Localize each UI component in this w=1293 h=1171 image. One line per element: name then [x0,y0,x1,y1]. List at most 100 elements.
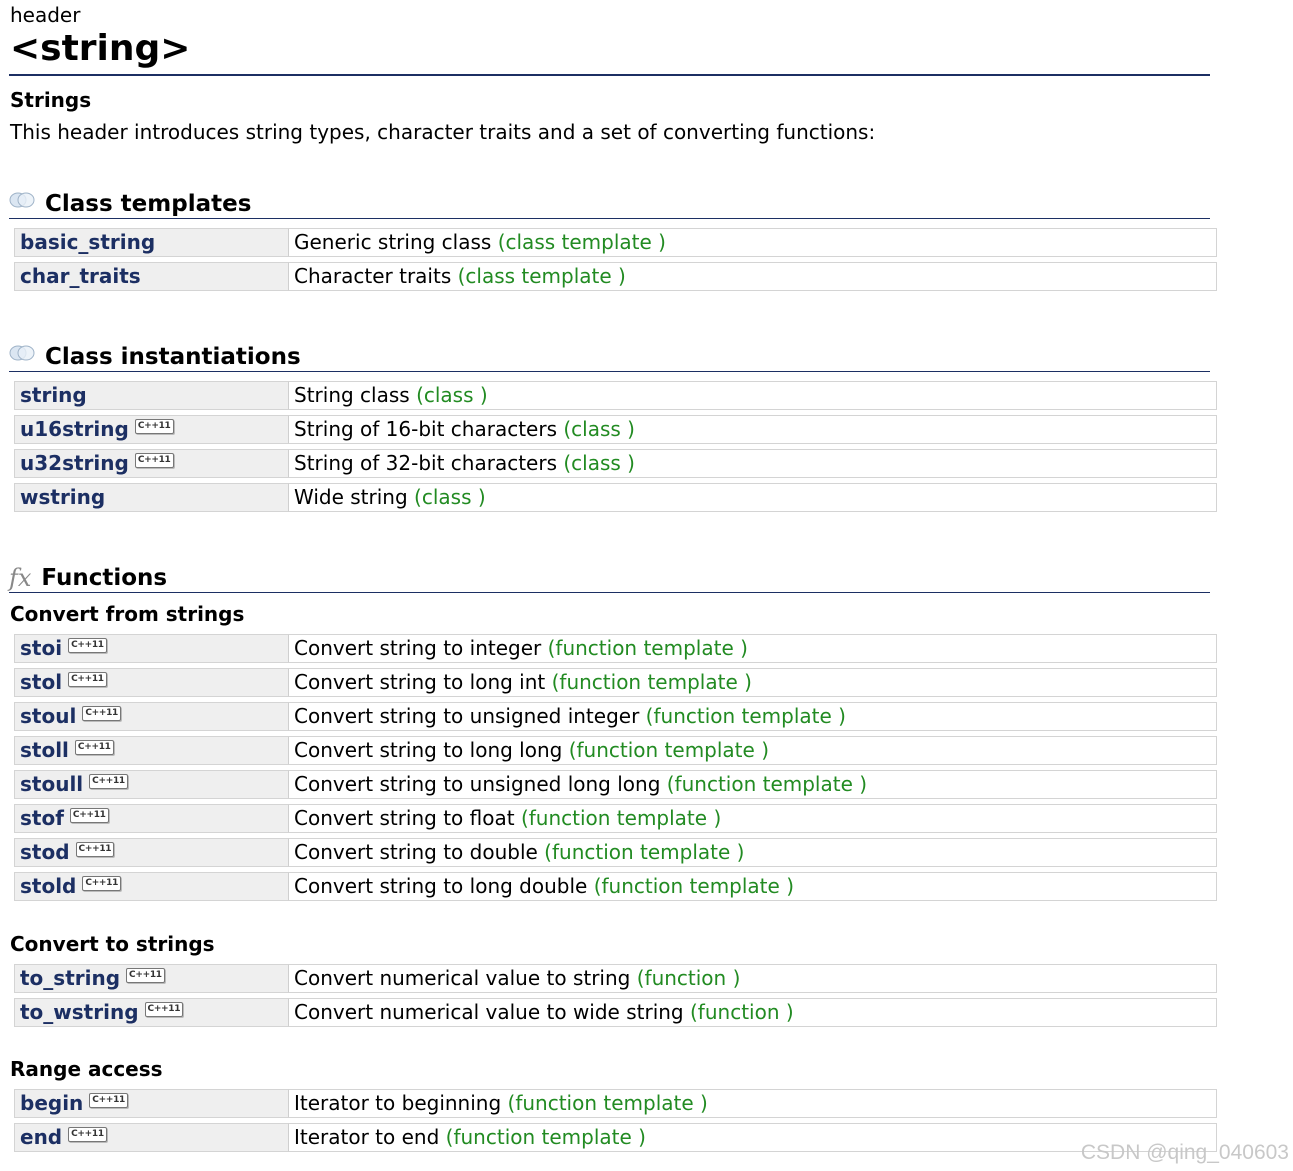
table-row: stoll C++11 Convert string to long long (f… [14,736,1217,765]
class-icon [9,188,37,216]
watermark: CSDN @qing_040603 [1080,1141,1289,1164]
reference-link[interactable]: stoul [20,704,76,728]
reference-link[interactable]: begin [20,1091,83,1115]
section-title: Class instantiations [45,344,301,370]
fx-icon: fx [9,563,32,592]
section-class-instantiations-heading: Class instantiations [9,343,301,372]
reference-link[interactable]: u16string [20,417,129,441]
cpp11-badge: C++11 [82,876,122,891]
reference-link[interactable]: to_string [20,966,120,990]
name-cell: stoul C++11 [14,702,289,731]
kind-label: (function template ) [544,840,745,864]
kind-label: (function ) [636,966,741,990]
reference-link[interactable]: wstring [20,485,105,509]
description-text: Convert string to long long [294,738,569,762]
kind-label: (class template ) [457,264,626,288]
description-text: Convert string to long double [294,874,594,898]
table-row: begin C++11 Iterator to beginning (functio… [14,1089,1217,1118]
description-cell: Character traits (class template ) [289,262,1217,291]
table-row: u16string C++11 String of 16-bit character… [14,415,1217,444]
table-row: stol C++11 Convert string to long int (fun… [14,668,1217,697]
section-rule [9,592,1210,593]
reference-link[interactable]: stoi [20,636,62,660]
convert-from-table: stoi C++11 Convert string to integer (func… [14,629,1217,906]
reference-link[interactable]: stold [20,874,76,898]
description-cell: Iterator to end (function template ) [289,1123,1217,1152]
page-title: <string> [10,28,191,69]
kind-label: (class template ) [497,230,666,254]
class-instantiations-table: string String class (class ) u16string C++1… [14,376,1217,517]
section-title: Class templates [45,191,252,217]
reference-link[interactable]: stof [20,806,64,830]
kind-label: (function template ) [568,738,769,762]
description-cell: Convert string to integer (function temp… [289,634,1217,663]
kind-label: (class ) [563,451,635,475]
reference-link[interactable]: to_wstring [20,1000,139,1024]
description-text: Iterator to end [294,1125,446,1149]
reference-link[interactable]: basic_string [20,230,155,254]
kind-label: (function template ) [445,1125,646,1149]
reference-link[interactable]: char_traits [20,264,141,288]
cpp11-badge: C++11 [68,1127,107,1142]
cpp11-badge: C++11 [68,672,107,687]
cpp11-badge: C++11 [89,1093,129,1108]
reference-link[interactable]: string [20,383,87,407]
subheading-range-access: Range access [10,1057,163,1081]
description-text: String of 16-bit characters [294,417,564,441]
reference-link[interactable]: stoull [20,772,83,796]
table-row: to_string C++11 Convert numerical value to… [14,964,1217,993]
kicker: header [10,3,81,27]
description-text: Convert numerical value to wide string [294,1000,690,1024]
name-cell: begin C++11 [14,1089,289,1118]
reference-link[interactable]: u32string [20,451,129,475]
reference-link[interactable]: stoll [20,738,69,762]
kind-label: (class ) [414,485,486,509]
table-row: string String class (class ) [14,381,1217,410]
description-cell: Convert numerical value to string (funct… [289,964,1217,993]
table-row: end C++11 Iterator to end (function templa… [14,1123,1217,1152]
description-cell: Convert string to float (function templa… [289,804,1217,833]
description-text: Convert numerical value to string [294,966,637,990]
section-rule [9,371,1210,372]
name-cell: stold C++11 [14,872,289,901]
name-cell: end C++11 [14,1123,289,1152]
subheading-convert-from: Convert from strings [10,602,245,626]
intro-heading: Strings [10,88,92,112]
subheading-convert-to: Convert to strings [10,932,215,956]
description-cell: Convert string to long long (function te… [289,736,1217,765]
name-cell: u32string C++11 [14,449,289,478]
name-cell: stoull C++11 [14,770,289,799]
description-cell: Convert string to unsigned long long (fu… [289,770,1217,799]
description-text: Convert string to unsigned long long [294,772,667,796]
table-row: stold C++11 Convert string to long double … [14,872,1217,901]
name-cell: to_wstring C++11 [14,998,289,1027]
name-cell: u16string C++11 [14,415,289,444]
description-cell: Convert string to unsigned integer (func… [289,702,1217,731]
table-row: stoi C++11 Convert string to integer (func… [14,634,1217,663]
name-cell: stoi C++11 [14,634,289,663]
table-row: wstring Wide string (class ) [14,483,1217,512]
range-access-table: begin C++11 Iterator to beginning (functio… [14,1084,1217,1157]
description-cell: Convert numerical value to wide string (… [289,998,1217,1027]
class-icon [9,341,37,369]
cpp11-badge: C++11 [69,808,109,823]
reference-link[interactable]: end [20,1125,62,1149]
table-row: basic_string Generic string class (class … [14,228,1217,257]
kind-label: (class ) [563,417,635,441]
cpp11-badge: C++11 [74,740,114,755]
description-text: Convert string to integer [294,636,548,660]
description-cell: String of 16-bit characters (class ) [289,415,1217,444]
description-cell: String of 32-bit characters (class ) [289,449,1217,478]
reference-link[interactable]: stod [20,840,70,864]
intro-text: This header introduces string types, cha… [10,120,876,144]
description-text: Generic string class [294,230,498,254]
name-cell: char_traits [14,262,289,291]
table-row: stod C++11 Convert string to double (funct… [14,838,1217,867]
table-row: stoul C++11 Convert string to unsigned int… [14,702,1217,731]
reference-link[interactable]: stol [20,670,62,694]
description-text: Convert string to long int [294,670,552,694]
description-text: Convert string to unsigned integer [294,704,646,728]
table-row: char_traits Character traits (class templ… [14,262,1217,291]
title-rule [9,74,1210,76]
kind-label: (class ) [416,383,488,407]
